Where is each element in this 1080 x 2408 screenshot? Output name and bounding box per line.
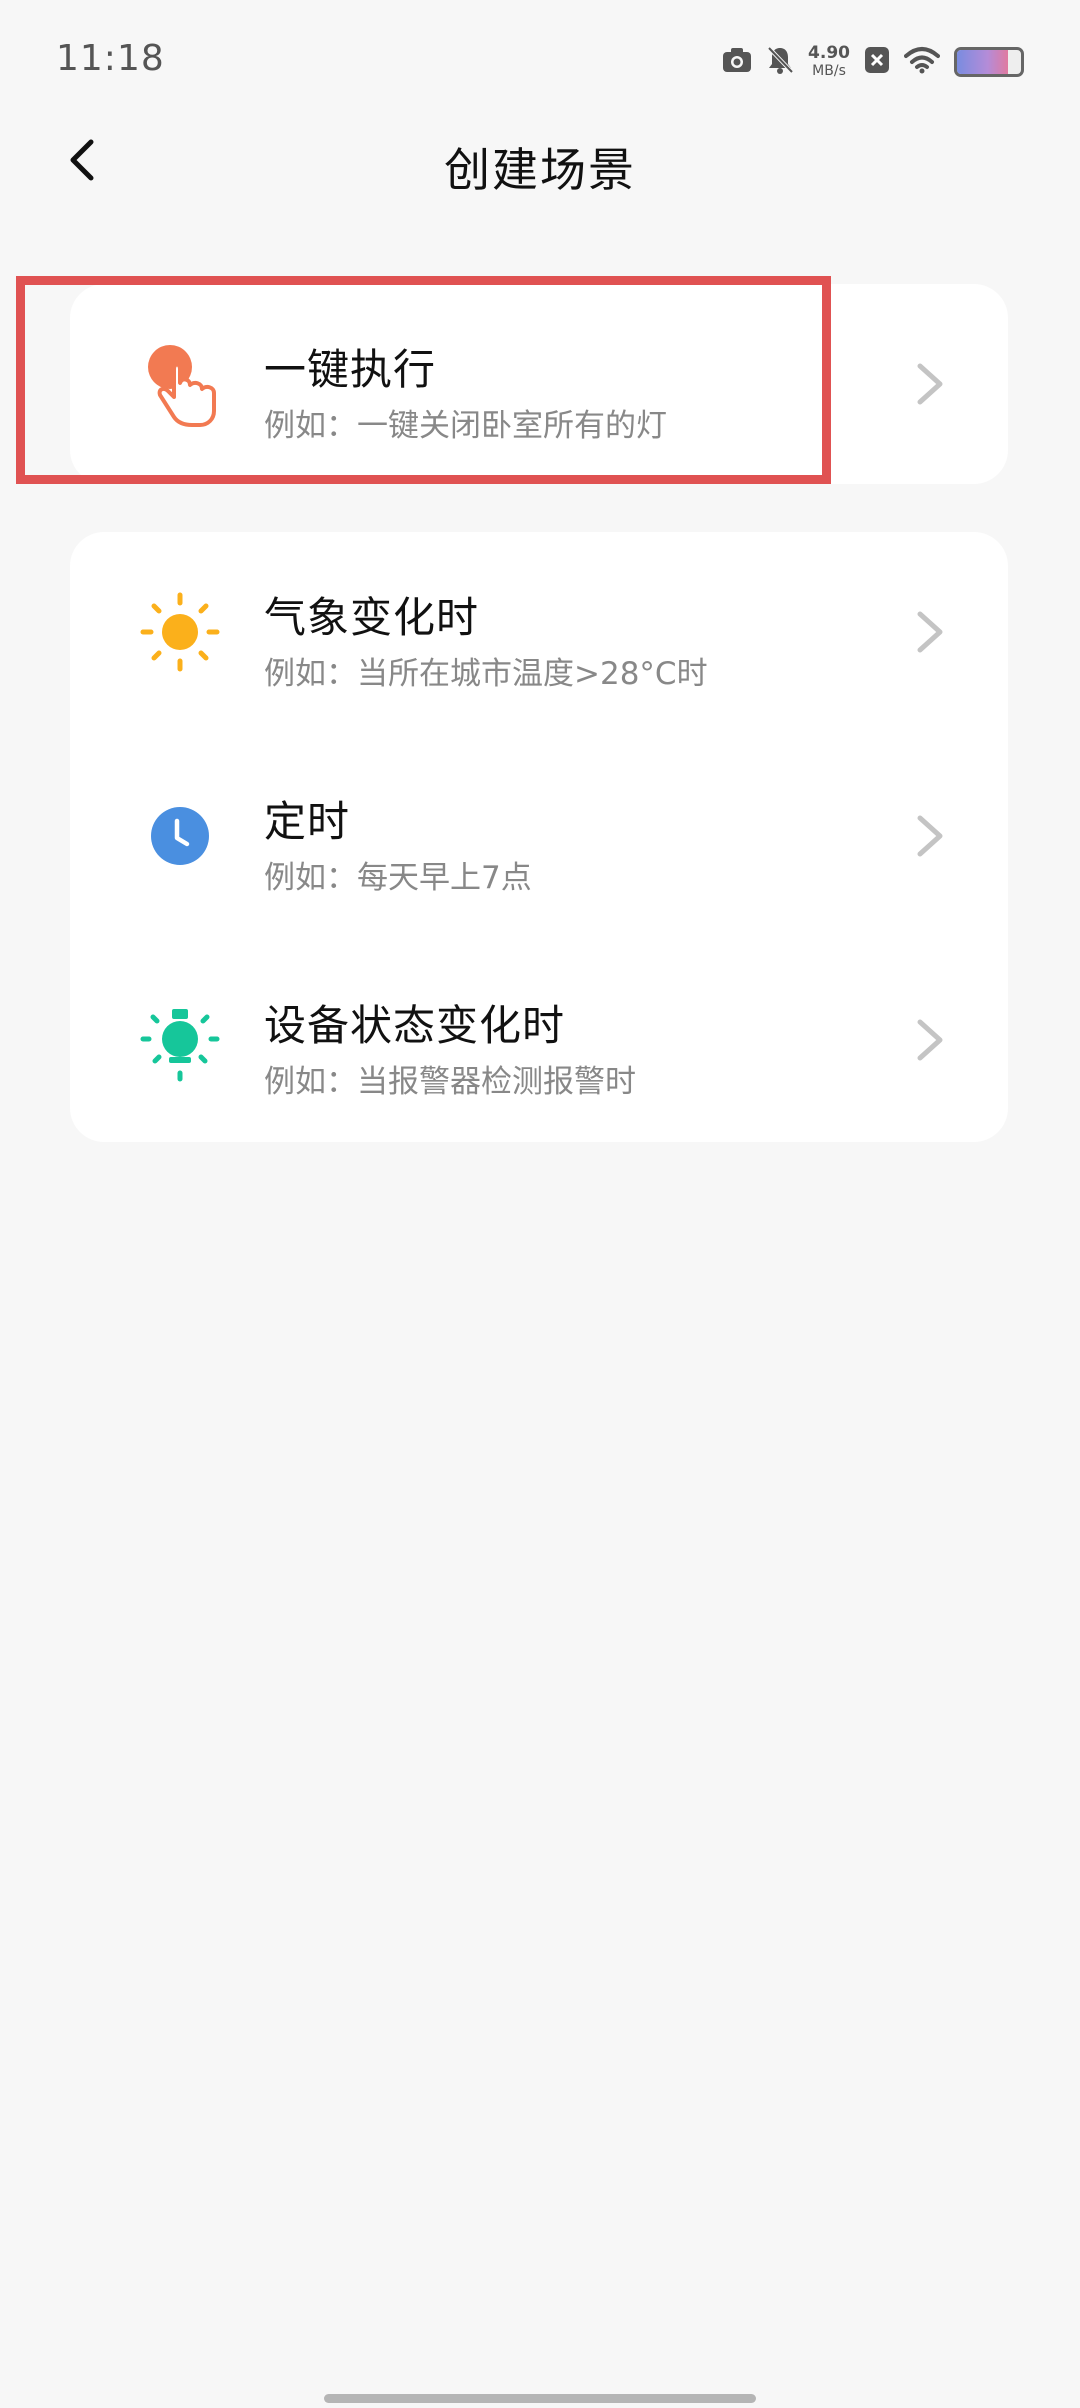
- scene-subtitle: 例如：一键关闭卧室所有的灯: [264, 408, 667, 444]
- chevron-right-icon: [912, 360, 948, 408]
- bulb-icon: [130, 990, 230, 1090]
- network-speed: 4.90 MB/s: [808, 44, 850, 80]
- status-time: 11:18: [56, 38, 165, 79]
- scene-row-weather[interactable]: 气象变化时 例如：当所在城市温度>28°C时: [70, 532, 1008, 732]
- home-indicator[interactable]: [324, 2394, 756, 2403]
- scene-subtitle: 例如：当报警器检测报警时: [264, 1064, 636, 1100]
- scene-subtitle: 例如：每天早上7点: [264, 860, 532, 896]
- header: 创建场景: [0, 120, 1080, 208]
- battery-icon: [954, 47, 1024, 77]
- scene-subtitle: 例如：当所在城市温度>28°C时: [264, 656, 708, 692]
- scene-title: 设备状态变化时: [264, 1001, 566, 1050]
- scene-card-manual: 一键执行 例如：一键关闭卧室所有的灯: [70, 284, 1008, 484]
- battery-level: [957, 50, 1009, 74]
- clock-icon: [130, 786, 230, 886]
- scene-title: 气象变化时: [264, 593, 480, 642]
- wifi-icon: [904, 46, 940, 78]
- sun-icon: [130, 582, 230, 682]
- scene-row-one-tap[interactable]: 一键执行 例如：一键关闭卧室所有的灯: [70, 284, 1008, 484]
- scene-card-conditions: 气象变化时 例如：当所在城市温度>28°C时 定时 例如：每天早上7点 设备状态…: [70, 532, 1008, 1142]
- chevron-right-icon: [912, 608, 948, 656]
- network-speed-value: 4.90: [808, 43, 850, 63]
- status-bar: 11:18 4.90 MB/s: [0, 0, 1080, 120]
- close-box-icon: [864, 46, 890, 78]
- tap-hand-icon: [130, 334, 230, 434]
- chevron-right-icon: [912, 812, 948, 860]
- chevron-right-icon: [912, 1016, 948, 1064]
- scene-title: 定时: [264, 797, 351, 846]
- bell-off-icon: [766, 45, 794, 79]
- network-speed-unit: MB/s: [812, 63, 846, 79]
- status-icons: 4.90 MB/s: [722, 40, 1024, 84]
- scene-title: 一键执行: [264, 345, 437, 394]
- camera-icon: [722, 47, 752, 77]
- page-title: 创建场景: [444, 143, 636, 197]
- scene-row-device-state[interactable]: 设备状态变化时 例如：当报警器检测报警时: [70, 940, 1008, 1140]
- scene-row-timer[interactable]: 定时 例如：每天早上7点: [70, 736, 1008, 936]
